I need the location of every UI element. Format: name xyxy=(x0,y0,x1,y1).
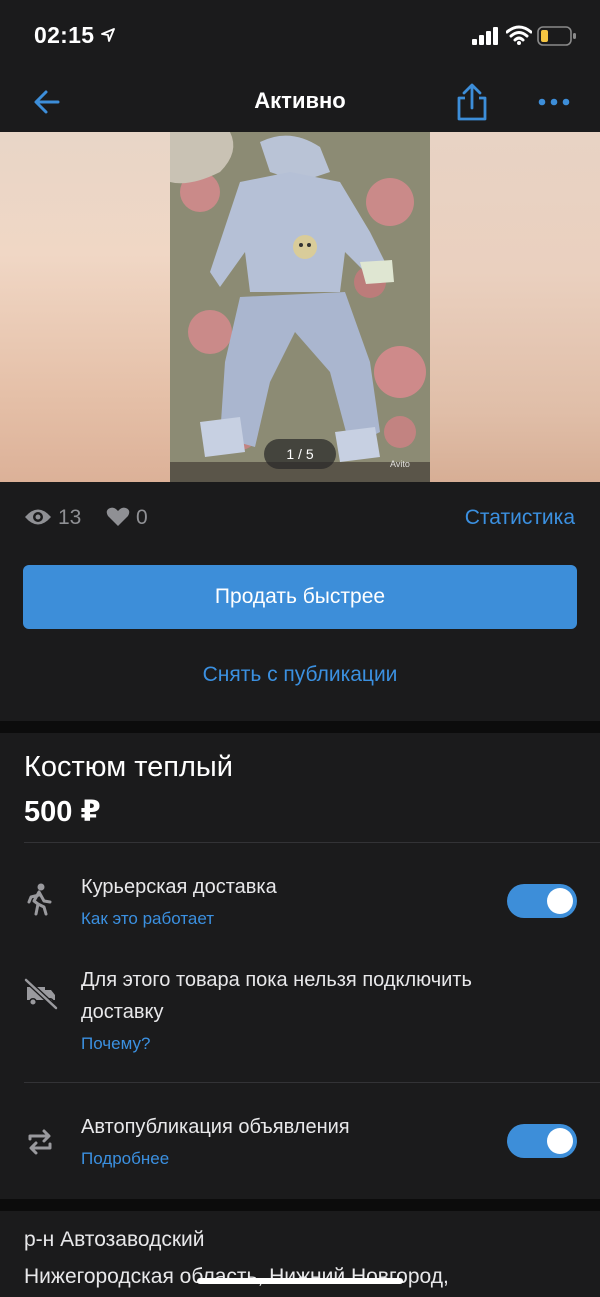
status-bar: 02:15 xyxy=(0,0,600,72)
favorites-count: 0 xyxy=(136,506,148,529)
option-title-courier: Курьерская доставка xyxy=(81,876,277,898)
section-divider xyxy=(0,721,600,733)
unpublish-link[interactable]: Снять с публикации xyxy=(0,663,600,687)
home-indicator[interactable] xyxy=(197,1278,403,1284)
autopublish-toggle[interactable] xyxy=(507,1124,577,1158)
option-title-delivery-line2: доставку xyxy=(81,1001,164,1023)
address-region: Нижегородская область, Нижний Новгород, xyxy=(24,1265,449,1288)
no-delivery-truck-icon xyxy=(24,978,58,1010)
how-it-works-link[interactable]: Как это работает xyxy=(81,909,214,929)
courier-delivery-toggle[interactable] xyxy=(507,884,577,918)
more-options-icon[interactable] xyxy=(538,90,570,114)
statistics-link[interactable]: Статистика xyxy=(465,506,575,530)
stats-row: 13 0 Статистика xyxy=(0,496,600,540)
option-title-delivery-line1: Для этого товара пока нельзя подключить xyxy=(81,969,472,991)
toggle-knob xyxy=(547,1128,573,1154)
section-divider xyxy=(0,1199,600,1211)
more-details-link[interactable]: Подробнее xyxy=(81,1149,169,1169)
auto-publish-icon xyxy=(28,1129,52,1155)
eye-icon xyxy=(25,509,51,525)
cellular-signal-icon xyxy=(472,27,498,45)
item-title: Костюм теплый xyxy=(24,751,233,783)
toggle-knob xyxy=(547,888,573,914)
location-arrow-icon xyxy=(101,28,115,42)
why-link[interactable]: Почему? xyxy=(81,1034,150,1054)
divider xyxy=(24,1082,600,1083)
product-photo[interactable] xyxy=(170,132,430,482)
address-section: р-н Автозаводский Нижегородская область,… xyxy=(0,1211,600,1297)
photo-gallery[interactable]: 1 / 5 Avito xyxy=(0,132,600,482)
navigation-bar: Активно xyxy=(0,72,600,132)
sell-faster-button[interactable]: Продать быстрее xyxy=(23,565,577,629)
option-title-autopublish: Автопубликация объявления xyxy=(81,1116,350,1138)
watermark: Avito xyxy=(390,459,410,469)
share-icon[interactable] xyxy=(454,82,490,122)
gallery-blur-right xyxy=(430,132,600,482)
gallery-blur-left xyxy=(0,132,170,482)
courier-icon xyxy=(27,883,52,916)
divider xyxy=(24,842,600,843)
battery-low-icon xyxy=(537,26,576,46)
wifi-icon xyxy=(506,25,532,45)
status-time: 02:15 xyxy=(34,22,95,48)
item-details-card: Костюм теплый 500 ₽ Курьерская доставка … xyxy=(0,733,600,1211)
address-district: р-н Автозаводский xyxy=(24,1228,205,1251)
photo-counter: 1 / 5 xyxy=(264,439,336,469)
views-count: 13 xyxy=(58,506,82,529)
heart-icon xyxy=(106,507,130,526)
page-title: Активно xyxy=(254,88,346,113)
item-price: 500 ₽ xyxy=(24,796,101,828)
